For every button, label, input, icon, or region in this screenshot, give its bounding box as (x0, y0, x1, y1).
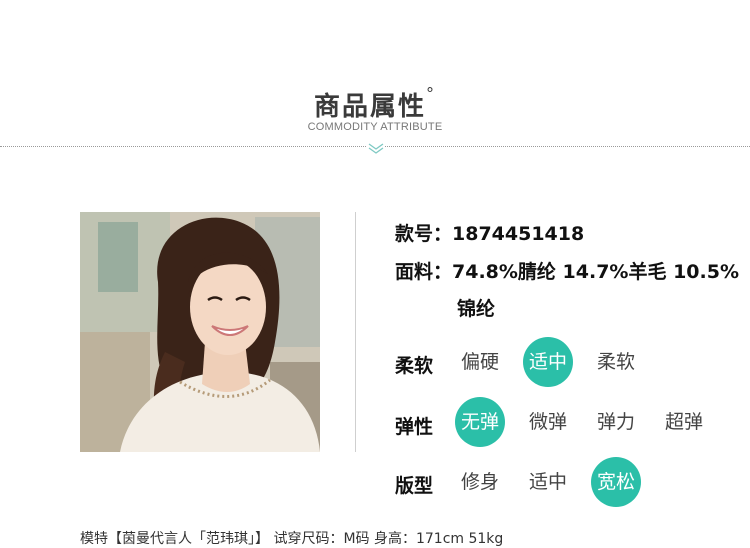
elasticity-option-slight: 微弹 (528, 411, 567, 433)
fit-option-slim: 修身 (460, 471, 499, 493)
fabric-label: 面料： (395, 261, 453, 283)
model-caption: 模特【茵曼代言人「范玮琪」】 试穿尺码：M码 身高：171cm 51kg (80, 531, 504, 547)
elasticity-label: 弹性 (395, 416, 434, 438)
softness-option-soft: 柔软 (596, 351, 635, 373)
fabric-value-continued: 锦纶 (457, 298, 496, 320)
chevron-down-icon (367, 140, 385, 154)
style-number-row: 款号：1874451418 (395, 219, 584, 246)
softness-option-hard: 偏硬 (460, 351, 499, 373)
section-title: 商品属性° (313, 84, 436, 122)
softness-label: 柔软 (395, 355, 434, 377)
fabric-row: 面料：74.8%腈纶 14.7%羊毛 10.5% (395, 257, 739, 284)
model-photo (80, 212, 320, 452)
fabric-value: 74.8%腈纶 14.7%羊毛 10.5% (452, 261, 739, 283)
style-number-label: 款号： (395, 223, 453, 245)
style-number-value: 1874451418 (452, 223, 585, 245)
fit-option-loose: 宽松 (591, 457, 641, 507)
section-subtitle: COMMODITY ATTRIBUTE (307, 121, 443, 133)
vertical-divider (355, 212, 356, 452)
softness-option-medium: 适中 (523, 337, 573, 387)
elasticity-option-none: 无弹 (455, 397, 505, 447)
elasticity-option-super: 超弹 (664, 411, 703, 433)
fit-label: 版型 (395, 475, 434, 497)
elasticity-option-stretch: 弹力 (596, 411, 635, 433)
fit-option-regular: 适中 (528, 471, 567, 493)
